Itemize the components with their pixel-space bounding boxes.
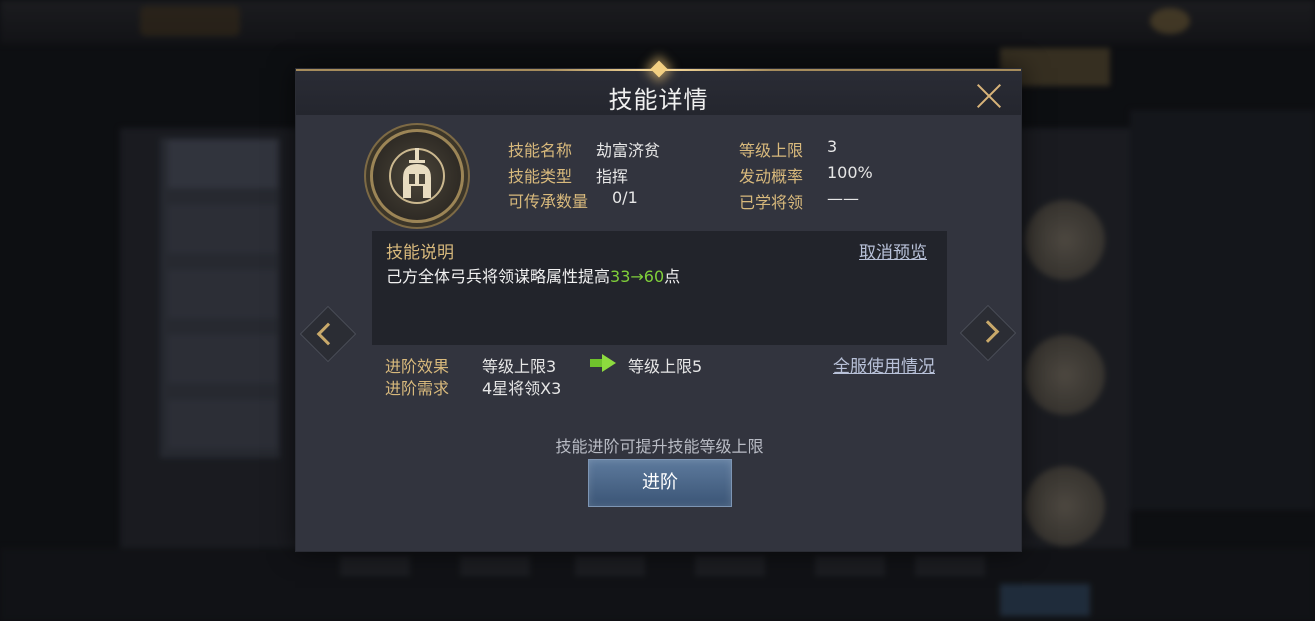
skill-detail-dialog: 技能详情 技能名称 劫富济贫 技能类型 指挥 可传承数量 0/1 等级上限 3 … [295, 60, 1022, 552]
helmet-sword-emblem-icon [370, 129, 464, 223]
advance-effect-label: 进阶效果 [385, 357, 450, 376]
inherit-count-label: 可传承数量 [508, 192, 589, 211]
value-arrow: → [630, 267, 644, 286]
advance-requirement-value: 4星将领X3 [482, 379, 562, 398]
value-from: 33 [610, 267, 631, 286]
description-prefix: 己方全体弓兵将领谋略属性提高 [386, 267, 611, 286]
skill-name-value: 劫富济贫 [596, 141, 661, 160]
advance-hint: 技能进阶可提升技能等级上限 [555, 437, 764, 456]
server-usage-link[interactable]: 全服使用情况 [833, 352, 935, 377]
description-text: 己方全体弓兵将领谋略属性提高33→60点 [386, 263, 680, 287]
level-cap-label: 等级上限 [739, 141, 804, 160]
learned-generals-label: 已学将领 [739, 193, 804, 212]
dialog-title: 技能详情 [608, 86, 709, 114]
learned-generals-value: —— [827, 189, 859, 208]
cancel-preview-link[interactable]: 取消预览 [859, 238, 927, 263]
description-title: 技能说明 [386, 243, 454, 263]
close-icon[interactable] [972, 79, 1006, 113]
advance-button[interactable]: 进阶 [588, 459, 732, 507]
previous-skill-button[interactable] [299, 305, 357, 363]
level-cap-value: 3 [827, 137, 838, 156]
chevron-left-icon [316, 322, 340, 346]
next-skill-button[interactable] [959, 304, 1017, 362]
advance-requirement-label: 进阶需求 [385, 379, 450, 398]
skill-type-label: 技能类型 [508, 167, 573, 186]
green-arrow-icon [590, 354, 616, 372]
dialog-header: 技能详情 [296, 60, 1021, 115]
skill-name-label: 技能名称 [508, 141, 573, 160]
advance-effect-from: 等级上限3 [482, 357, 557, 376]
skill-description-box: 技能说明 己方全体弓兵将领谋略属性提高33→60点 取消预览 [372, 231, 947, 345]
value-to: 60 [643, 267, 665, 286]
trigger-rate-label: 发动概率 [739, 167, 804, 186]
description-suffix: 点 [664, 267, 681, 286]
inherit-count-value: 0/1 [612, 188, 638, 207]
trigger-rate-value: 100% [827, 163, 873, 182]
chevron-right-icon [976, 320, 1000, 343]
advance-effect-to: 等级上限5 [628, 357, 703, 376]
skill-type-value: 指挥 [596, 167, 629, 186]
